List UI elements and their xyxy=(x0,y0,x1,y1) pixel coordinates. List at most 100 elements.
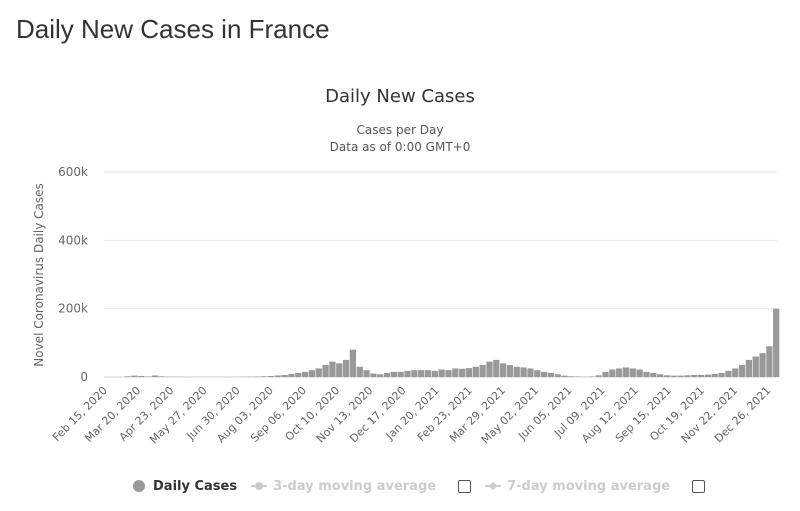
bar[interactable] xyxy=(534,370,541,377)
bar[interactable] xyxy=(738,365,746,377)
bar[interactable] xyxy=(390,371,397,377)
bar[interactable] xyxy=(670,375,677,377)
legend-label: 7-day moving average xyxy=(507,478,671,494)
bar[interactable] xyxy=(677,375,684,377)
bar[interactable] xyxy=(459,368,466,377)
legend-label: 3-day moving average xyxy=(273,478,437,494)
bar[interactable] xyxy=(411,370,418,377)
legend-item-3-day-average[interactable]: 3-day moving average xyxy=(251,479,436,494)
bar[interactable] xyxy=(636,369,643,377)
bar[interactable] xyxy=(329,361,336,377)
bar[interactable] xyxy=(254,376,261,377)
bar[interactable] xyxy=(506,365,514,377)
bar[interactable] xyxy=(766,346,773,377)
line-circle-marker-icon xyxy=(251,480,268,492)
circle-marker-icon xyxy=(133,480,145,492)
bar[interactable] xyxy=(547,372,555,377)
legend-item-7-day-average[interactable]: 7-day moving average xyxy=(485,479,670,494)
bar[interactable] xyxy=(725,370,732,377)
bar[interactable] xyxy=(745,359,753,377)
legend-item-daily-cases[interactable]: Daily Cases xyxy=(133,479,237,494)
bar[interactable] xyxy=(404,370,411,377)
bar[interactable] xyxy=(349,349,357,377)
bar[interactable] xyxy=(588,376,595,377)
bar[interactable] xyxy=(540,371,548,377)
bar[interactable] xyxy=(144,376,152,377)
bar[interactable] xyxy=(773,308,780,377)
bar[interactable] xyxy=(711,373,718,377)
bar[interactable] xyxy=(732,368,739,377)
bar[interactable] xyxy=(718,372,725,377)
x-axis-ticks: Feb 15, 2020Mar 20, 2020Apr 23, 2020May … xyxy=(50,384,773,446)
legend: Daily Cases 3-day moving average 7-day m… xyxy=(133,476,719,496)
y-tick-label: 0 xyxy=(80,370,88,384)
3-day-average-checkbox[interactable] xyxy=(458,479,472,493)
bar[interactable] xyxy=(486,361,493,377)
bar[interactable] xyxy=(561,375,568,377)
bar[interactable] xyxy=(616,368,623,377)
bar[interactable] xyxy=(431,370,438,377)
bar[interactable] xyxy=(377,374,384,377)
bar[interactable] xyxy=(418,370,425,377)
y-tick-label: 400k xyxy=(58,233,88,247)
bar[interactable] xyxy=(527,368,534,377)
bar[interactable] xyxy=(315,368,322,377)
bar[interactable] xyxy=(554,374,561,377)
bar[interactable] xyxy=(704,374,712,377)
bar[interactable] xyxy=(465,368,473,377)
bar[interactable] xyxy=(281,374,288,377)
bar[interactable] xyxy=(759,353,766,377)
bar[interactable] xyxy=(301,371,309,377)
bar[interactable] xyxy=(575,376,582,377)
bar[interactable] xyxy=(643,371,650,377)
bar[interactable] xyxy=(308,370,316,377)
bar[interactable] xyxy=(370,373,377,377)
y-axis-label: Novel Coronavirus Daily Cases xyxy=(32,183,46,366)
bar[interactable] xyxy=(697,374,705,377)
bar[interactable] xyxy=(657,374,664,377)
bar[interactable] xyxy=(691,374,698,377)
bar[interactable] xyxy=(158,376,165,377)
chart-area: 0 200k 400k 600k Feb 15, 2020Mar 20, 2020Ap… xyxy=(32,165,780,446)
bar[interactable] xyxy=(342,359,350,377)
bar[interactable] xyxy=(438,369,445,377)
bar[interactable] xyxy=(684,375,691,377)
bar[interactable] xyxy=(124,376,131,377)
bar[interactable] xyxy=(568,376,575,377)
bar[interactable] xyxy=(131,375,138,377)
bar[interactable] xyxy=(650,372,657,377)
bar[interactable] xyxy=(336,363,343,377)
bar[interactable] xyxy=(261,376,268,377)
legend-label: Daily Cases xyxy=(153,478,238,494)
bar[interactable] xyxy=(274,375,281,377)
bar[interactable] xyxy=(138,375,145,377)
y-tick-label: 600k xyxy=(58,165,88,179)
bar[interactable] xyxy=(595,375,602,377)
bar[interactable] xyxy=(322,365,329,377)
gridlines xyxy=(104,171,777,378)
7-day-average-checkbox[interactable] xyxy=(692,479,706,493)
bar[interactable] xyxy=(452,368,459,377)
bar[interactable] xyxy=(622,367,630,377)
bar[interactable] xyxy=(663,375,671,377)
bar[interactable] xyxy=(493,359,500,377)
bar[interactable] xyxy=(445,370,452,377)
bar[interactable] xyxy=(629,368,636,377)
bar[interactable] xyxy=(479,365,486,377)
bar[interactable] xyxy=(383,372,391,377)
bar[interactable] xyxy=(752,356,759,378)
bar[interactable] xyxy=(513,366,520,377)
bar[interactable] xyxy=(295,372,302,377)
bar[interactable] xyxy=(356,366,363,377)
bar[interactable] xyxy=(609,369,616,377)
bar[interactable] xyxy=(363,370,370,377)
bar[interactable] xyxy=(397,371,404,377)
bar[interactable] xyxy=(472,366,479,377)
bar[interactable] xyxy=(424,370,432,377)
bar[interactable] xyxy=(267,375,275,377)
bar[interactable] xyxy=(520,367,527,377)
bar[interactable] xyxy=(602,371,609,377)
bar[interactable] xyxy=(151,375,159,377)
bar[interactable] xyxy=(288,373,295,377)
bar[interactable] xyxy=(499,363,507,377)
